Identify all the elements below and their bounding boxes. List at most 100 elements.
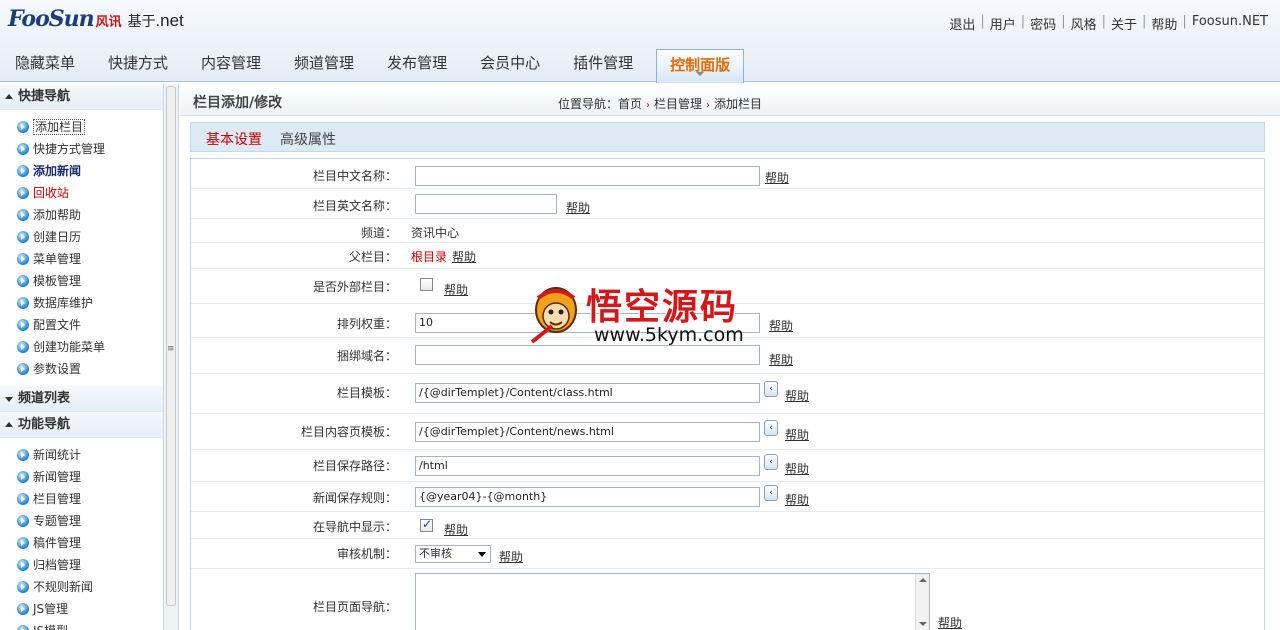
logo-brand: FooSun	[8, 6, 95, 32]
sidebar-item[interactable]: 添加新闻	[0, 160, 165, 182]
sidebar-item[interactable]: JS模型	[0, 620, 165, 630]
template-help-link[interactable]: 帮助	[785, 387, 809, 404]
breadcrumb-column-manage[interactable]: 栏目管理	[654, 97, 702, 111]
sidebar-item[interactable]: 栏目管理	[0, 488, 165, 510]
sidebar-section-header[interactable]: 功能导航	[0, 412, 165, 438]
order-help-link[interactable]: 帮助	[769, 317, 793, 334]
splitter-grip-icon[interactable]: ≡	[167, 345, 175, 354]
en-name-label: 栏目英文名称：	[312, 199, 397, 213]
sidebar-item[interactable]: 新闻统计	[0, 444, 165, 466]
sidebar-item[interactable]: 数据库维护	[0, 292, 165, 314]
nav-tab[interactable]: 控制面版	[656, 49, 745, 83]
cn-name-help-link[interactable]: 帮助	[765, 169, 789, 186]
sidebar-item-label: 模板管理	[33, 274, 82, 288]
external-checkbox[interactable]	[420, 278, 433, 291]
sidebar-item[interactable]: 新闻管理	[0, 466, 165, 488]
sidebar-item[interactable]: 归档管理	[0, 554, 165, 576]
nav-tab[interactable]: 内容管理	[186, 48, 279, 82]
save-path-picker-icon[interactable]: ‹	[764, 454, 778, 470]
sidebar-item[interactable]: 不规则新闻	[0, 576, 165, 598]
top-link[interactable]: 用户	[990, 14, 1016, 33]
news-rule-input[interactable]: {@year04}-{@month}	[415, 487, 760, 507]
top-link[interactable]: 密码	[1030, 14, 1056, 33]
news-rule-picker-icon[interactable]: ‹	[764, 485, 778, 501]
top-header: FooSun 风讯 基于.net 退出 | 用户 | 密码 | 风格 | 关于 | 帮助 | Foosu…	[0, 0, 1280, 83]
sidebar-item[interactable]: 创建日历	[0, 226, 165, 248]
nav-tab[interactable]: 快捷方式	[93, 48, 186, 82]
sidebar-item[interactable]: JS管理	[0, 598, 165, 620]
template-input[interactable]: /{@dirTemplet}/Content/class.html	[415, 383, 760, 403]
content-template-label: 栏目内容页模板：	[300, 425, 397, 439]
row-audit: 审核机制： 不审核 帮助	[191, 539, 1264, 569]
sidebar-item[interactable]: 回收站	[0, 182, 165, 204]
sidebar-item[interactable]: 快捷方式管理	[0, 138, 165, 160]
tab-advanced[interactable]: 高级属性	[280, 129, 336, 149]
nav-tab[interactable]: 频道管理	[279, 48, 372, 82]
scroll-up-icon[interactable]	[919, 578, 927, 582]
show-in-nav-checkbox[interactable]	[420, 517, 433, 532]
audit-select-value: 不审核	[419, 547, 452, 560]
textarea-scrollbar[interactable]	[915, 574, 929, 630]
bullet-arrow-icon	[17, 449, 29, 461]
save-path-help-link[interactable]: 帮助	[785, 460, 809, 477]
nav-tab[interactable]: 插件管理	[558, 48, 651, 82]
bullet-arrow-icon	[17, 253, 29, 265]
sidebar-item-label: 稿件管理	[33, 536, 82, 550]
scroll-down-icon[interactable]	[919, 622, 927, 626]
sidebar-splitter[interactable]: ≡	[163, 84, 179, 630]
sidebar-section-header[interactable]: 频道列表	[0, 386, 165, 412]
top-link[interactable]: 风格	[1071, 14, 1097, 33]
show-in-nav-help-link[interactable]: 帮助	[444, 521, 468, 538]
nav-tab[interactable]: 发布管理	[372, 48, 465, 82]
news-rule-help-link[interactable]: 帮助	[785, 491, 809, 508]
page-nav-help-link[interactable]: 帮助	[938, 614, 962, 630]
main-nav: 隐藏菜单 快捷方式 内容管理 频道管理 发布管理 会员中心 插件管理 控制面版	[0, 48, 745, 83]
parent-help-link[interactable]: 帮助	[452, 248, 476, 265]
save-path-input[interactable]: /html	[415, 456, 760, 476]
external-help-link[interactable]: 帮助	[444, 281, 468, 298]
sidebar-item-label: 栏目管理	[33, 492, 82, 506]
sidebar-item[interactable]: 专题管理	[0, 510, 165, 532]
sidebar-item-label: 参数设置	[33, 362, 82, 376]
row-save-path: 栏目保存路径： /html ‹ 帮助	[191, 450, 1264, 482]
collapse-icon	[5, 94, 13, 99]
top-link[interactable]: 退出	[949, 14, 975, 33]
logo[interactable]: FooSun 风讯 基于.net	[8, 6, 184, 36]
top-link-separator: |	[1061, 14, 1066, 29]
breadcrumb-current: 添加栏目	[714, 97, 763, 111]
nav-tab[interactable]: 会员中心	[465, 48, 558, 82]
top-link[interactable]: 关于	[1111, 14, 1137, 33]
row-news-rule: 新闻保存规则： {@year04}-{@month} ‹ 帮助	[191, 482, 1264, 512]
sidebar-item[interactable]: 稿件管理	[0, 532, 165, 554]
sidebar-item[interactable]: 模板管理	[0, 270, 165, 292]
bullet-arrow-icon	[17, 493, 29, 505]
content-template-input[interactable]: /{@dirTemplet}/Content/news.html	[415, 422, 760, 442]
template-picker-icon[interactable]: ‹	[764, 381, 778, 397]
sidebar-item[interactable]: 添加帮助	[0, 204, 165, 226]
bullet-arrow-icon	[17, 121, 29, 133]
domain-help-link[interactable]: 帮助	[769, 351, 793, 368]
sidebar-item[interactable]: 创建功能菜单	[0, 336, 165, 358]
sidebar-section-header[interactable]: 快捷导航	[0, 84, 165, 110]
sidebar-item[interactable]: 菜单管理	[0, 248, 165, 270]
content-template-help-link[interactable]: 帮助	[785, 426, 809, 443]
top-links: 退出 | 用户 | 密码 | 风格 | 关于 | 帮助 | Foosun.NET	[949, 14, 1268, 33]
cn-name-input[interactable]	[415, 166, 760, 186]
sidebar-item[interactable]: 参数设置	[0, 358, 165, 380]
breadcrumb-home[interactable]: 首页	[618, 97, 642, 111]
en-name-help-link[interactable]: 帮助	[566, 199, 590, 216]
page-nav-textarea[interactable]	[415, 573, 930, 630]
audit-help-link[interactable]: 帮助	[499, 548, 523, 565]
top-link-separator: |	[1020, 14, 1026, 29]
sidebar-item[interactable]: 添加栏目	[0, 116, 165, 138]
en-name-input[interactable]	[415, 194, 557, 214]
sidebar-item[interactable]: 配置文件	[0, 314, 165, 336]
nav-tab[interactable]: 隐藏菜单	[0, 48, 93, 82]
content-template-picker-icon[interactable]: ‹	[764, 420, 778, 436]
top-link[interactable]: 帮助	[1151, 14, 1177, 33]
audit-label: 审核机制：	[336, 547, 397, 561]
top-link[interactable]: Foosun.NET	[1192, 14, 1268, 33]
tab-basic-settings[interactable]: 基本设置	[206, 129, 262, 149]
audit-select[interactable]: 不审核	[415, 545, 491, 563]
parent-value[interactable]: 根目录	[411, 248, 447, 265]
